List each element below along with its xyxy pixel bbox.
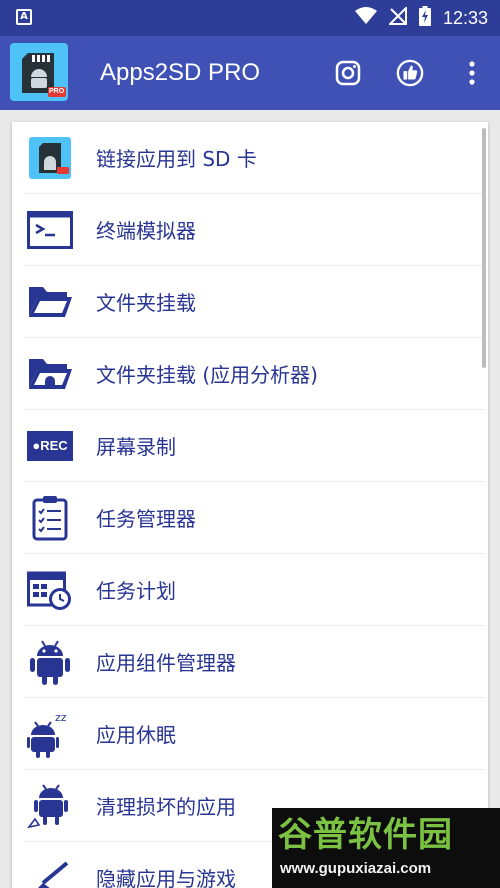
rec-badge: ●REC [27, 430, 73, 461]
svg-text:zz: zz [55, 711, 67, 724]
no-signal-icon [387, 5, 407, 29]
thumbs-up-icon[interactable] [396, 59, 424, 87]
clipboard-checklist-icon [26, 494, 74, 542]
menu-item-app-hibernate[interactable]: zz 应用休眠 [24, 698, 486, 770]
menu-item-label: 清理损坏的应用 [96, 795, 236, 819]
android-broom-icon [26, 782, 74, 830]
folder-android-icon [26, 350, 74, 398]
menu-item-label: 应用组件管理器 [96, 651, 236, 675]
menu-item-component-manager[interactable]: 应用组件管理器 [24, 626, 486, 698]
keyboard-notification-icon: A [16, 9, 32, 25]
menu-item-folder-mount-analyzer[interactable]: 文件夹挂载 (应用分析器) [24, 338, 486, 410]
sd-card-link-icon [26, 134, 74, 182]
menu-item-task-schedule[interactable]: 任务计划 [24, 554, 486, 626]
menu-item-folder-mount[interactable]: 文件夹挂载 [24, 266, 486, 338]
status-time: 12:33 [442, 7, 488, 28]
app-logo: PRO [10, 43, 68, 101]
menu-item-label: 链接应用到 SD 卡 [96, 147, 257, 171]
menu-item-label: 隐藏应用与游戏 [96, 867, 236, 888]
hide-pen-icon [26, 854, 74, 888]
watermark-url: www.gupuxiazai.com [280, 860, 432, 877]
app-title: Apps2SD PRO [100, 59, 261, 86]
menu-item-label: 任务管理器 [96, 507, 196, 531]
screen-record-icon: ●REC [26, 422, 74, 470]
menu-item-label: 应用休眠 [96, 723, 176, 747]
terminal-icon [26, 206, 74, 254]
menu-item-screen-record[interactable]: ●REC 屏幕录制 [24, 410, 486, 482]
overflow-menu-icon[interactable] [458, 59, 486, 87]
menu-item-label: 终端模拟器 [96, 219, 196, 243]
menu-item-label: 任务计划 [96, 579, 176, 603]
menu-item-label: 文件夹挂载 [96, 291, 196, 315]
app-bar: PRO Apps2SD PRO [0, 36, 500, 110]
android-sleep-icon: zz [26, 710, 74, 758]
calendar-clock-icon [26, 566, 74, 614]
status-icons: 12:33 [354, 0, 488, 36]
menu-item-label: 屏幕录制 [96, 435, 176, 459]
watermark: 谷普软件园 www.gupuxiazai.com [272, 808, 500, 888]
menu-item-link-to-sd[interactable]: 链接应用到 SD 卡 [24, 122, 486, 194]
menu-item-label: 文件夹挂载 (应用分析器) [96, 363, 318, 387]
android-icon [26, 638, 74, 686]
wifi-icon [354, 7, 377, 29]
menu-item-task-manager[interactable]: 任务管理器 [24, 482, 486, 554]
menu-card: 链接应用到 SD 卡 终端模拟器 文件夹挂载 文件夹挂载 (应用分析器) ●RE… [12, 122, 488, 888]
instagram-icon[interactable] [334, 59, 362, 87]
status-bar: A 12:33 [0, 0, 500, 36]
battery-charging-icon [418, 6, 431, 30]
watermark-title: 谷普软件园 [278, 815, 453, 855]
scrollbar[interactable] [482, 128, 486, 368]
folder-icon [26, 278, 74, 326]
menu-item-terminal[interactable]: 终端模拟器 [24, 194, 486, 266]
logo-pro-badge: PRO [49, 88, 65, 95]
